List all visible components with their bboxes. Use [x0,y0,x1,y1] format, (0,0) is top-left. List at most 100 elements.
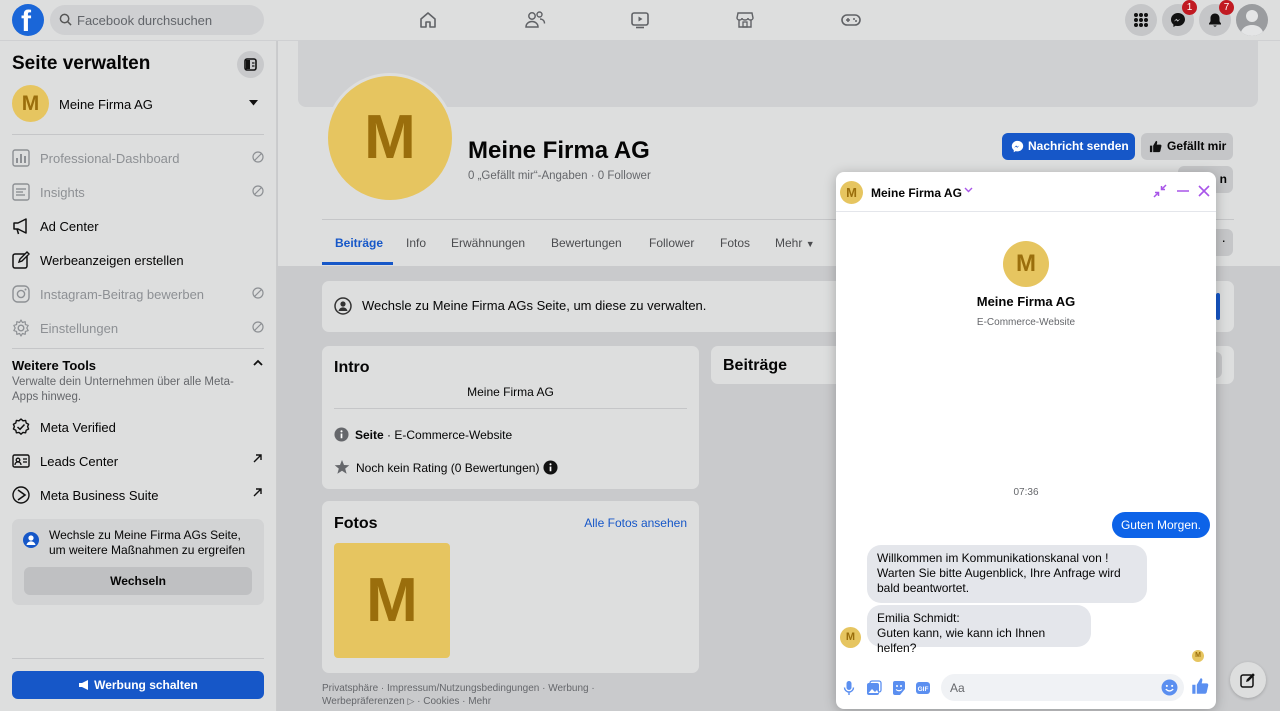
tab-photos[interactable]: Fotos [720,236,750,250]
gaming-icon[interactable] [840,10,862,30]
photo-icon[interactable] [866,680,882,696]
profile-picture[interactable]: M [325,73,455,203]
chevron-up-icon[interactable] [253,359,263,366]
chat-avatar[interactable]: M [840,181,863,204]
notifications-button[interactable]: 7 [1199,0,1234,36]
sidebar-item-meta-verified[interactable]: Meta Verified [12,412,264,442]
marketplace-icon[interactable] [735,10,755,30]
sidebar-item-leads-center[interactable]: Leads Center [12,446,264,476]
switch-profile-box: Wechsle zu Meine Firma AGs Seite, um wei… [12,519,264,605]
external-link-icon [253,488,262,497]
sidebar-item-settings[interactable]: Einstellungen [12,313,264,343]
sender-avatar: M [840,627,861,648]
watch-icon[interactable] [630,10,650,30]
sidebar-item-instagram-boost[interactable]: Instagram-Beitrag bewerben [12,279,264,309]
tools-heading: Weitere Tools [12,358,97,373]
verified-icon [12,418,30,435]
page-switcher-name: Meine Firma AG [59,97,153,112]
minimize-arrows-icon[interactable] [1153,184,1167,198]
svg-text:GIF: GIF [918,686,929,693]
instagram-icon [12,285,30,303]
megaphone-icon [13,218,27,235]
message-input[interactable]: Aa [941,674,1184,701]
tab-reviews[interactable]: Bewertungen [551,236,622,250]
friends-icon[interactable] [524,10,546,30]
page-title: Meine Firma AG [468,137,650,164]
minimize-icon[interactable] [1176,184,1190,198]
microphone-icon[interactable] [843,680,855,696]
notifications-badge: 7 [1219,0,1234,15]
sidebar-item-label: Meta Verified [40,420,116,435]
sidebar-item-insights[interactable]: Insights [12,177,264,207]
intro-rating-text: Noch kein Rating (0 Bewertungen) [356,461,540,475]
sidebar-item-ad-center[interactable]: Ad Center [12,211,264,241]
tools-description: Verwalte dein Unternehmen über alle Meta… [12,376,234,403]
tab-followers[interactable]: Follower [649,236,694,250]
sidebar-item-professional-dashboard[interactable]: Professional-Dashboard [12,143,264,173]
cover-photo[interactable] [298,41,1258,107]
account-avatar[interactable] [1236,4,1268,36]
photos-card: Fotos Alle Fotos ansehen M [322,501,699,673]
message-input-placeholder: Aa [950,681,965,695]
incoming-message[interactable]: Emilia Schmidt: Guten kann, wie kann ich… [867,605,1091,655]
facebook-logo-letter: f [21,5,31,38]
search-icon [59,13,72,26]
sidebar-item-label: Ad Center [40,219,99,234]
facebook-logo[interactable]: f [12,4,44,38]
outgoing-message[interactable]: Guten Morgen. [1111,512,1210,538]
footer-links-2[interactable]: · Cookies · Mehr [414,696,491,707]
sidebar-title: Seite verwalten [12,53,151,74]
search-input[interactable]: Facebook durchsuchen [50,5,264,35]
tab-info[interactable]: Info [406,236,426,250]
chat-profile-avatar[interactable]: M [1003,241,1049,287]
chat-title[interactable]: Meine Firma AG [871,186,962,200]
page-avatar: M [12,85,49,122]
sidebar-item-meta-business-suite[interactable]: Meta Business Suite [12,480,264,510]
sidebar-item-create-ads[interactable]: Werbeanzeigen erstellen [12,245,264,275]
seen-indicator-avatar: M [1192,650,1204,662]
run-ad-button[interactable]: Werbung schalten [12,671,264,699]
thumbs-up-icon[interactable] [1191,677,1209,695]
run-ad-label: Werbung schalten [94,678,198,692]
tab-posts[interactable]: Beiträge [335,236,383,250]
gif-icon[interactable]: GIF [915,680,931,696]
dashboard-icon [12,149,30,167]
switch-button[interactable]: Wechseln [24,567,252,595]
chat-profile-subtitle: E-Commerce-Website [976,317,1076,328]
messenger-button[interactable]: 1 [1162,0,1197,36]
page-switcher[interactable]: M Meine Firma AG [12,85,264,123]
send-message-button[interactable]: Nachricht senden [1002,133,1135,160]
footer-links[interactable]: Privatsphäre · Impressum/Nutzungsbedingu… [322,683,595,694]
megaphone-icon [79,680,89,690]
intro-category-label: Seite [355,428,384,442]
top-navigation-bar: f Facebook durchsuchen 1 7 [0,0,1280,41]
disabled-icon [252,321,264,333]
insights-icon [12,183,30,201]
sidebar-toggle-icon [244,58,257,71]
menu-button[interactable] [1125,4,1157,36]
footer-ad-preferences[interactable]: Werbepräferenzen [322,696,405,707]
tab-mentions[interactable]: Erwähnungen [451,236,525,250]
tab-more[interactable]: Mehr ▼ [775,236,815,250]
switch-profile-icon [334,297,352,315]
home-icon[interactable] [418,10,438,30]
collapse-sidebar-button[interactable] [237,51,264,78]
new-message-button[interactable] [1230,662,1266,698]
photo-thumbnail[interactable]: M [334,543,450,658]
info-icon[interactable] [543,460,558,475]
compose-icon [1240,673,1255,688]
like-button[interactable]: Gefällt mir [1141,133,1233,160]
chevron-down-icon[interactable] [964,187,973,193]
switch-now-button[interactable] [1216,293,1220,320]
bell-icon [1209,13,1221,27]
close-icon[interactable] [1197,184,1211,198]
photos-heading: Fotos [334,515,378,532]
sticker-icon[interactable] [891,680,907,696]
grid-menu-icon [1134,13,1148,27]
see-all-photos-link[interactable]: Alle Fotos ansehen [584,516,687,530]
leads-icon [12,454,30,468]
emoji-icon[interactable] [1161,679,1178,696]
incoming-message[interactable]: Willkommen im Kommunikationskanal von ! … [867,545,1147,603]
intro-heading: Intro [334,359,370,376]
sidebar-item-label: Professional-Dashboard [40,151,180,166]
